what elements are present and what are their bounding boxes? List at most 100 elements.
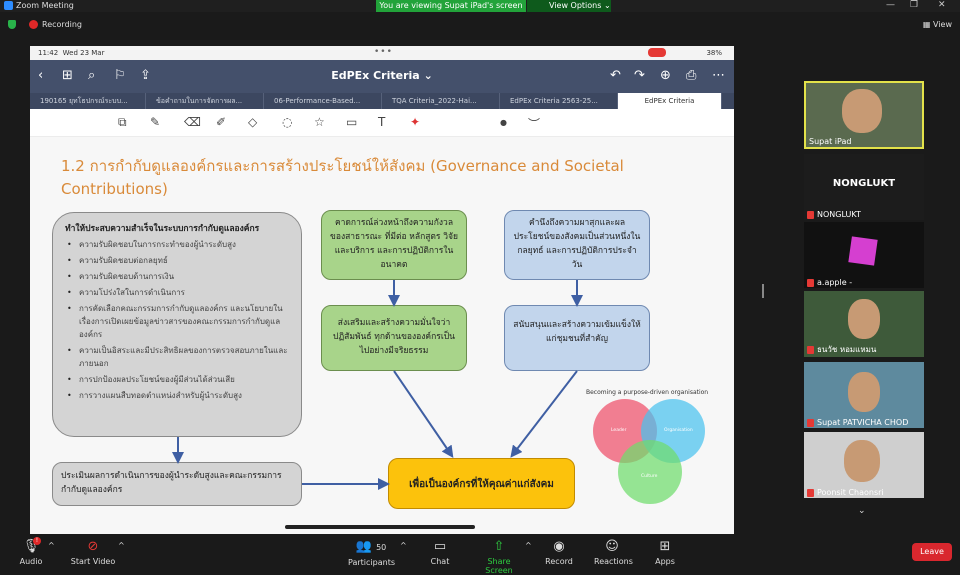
venn-label-culture: Culture xyxy=(641,474,658,479)
share-label: Share Screen xyxy=(485,557,513,575)
participant-name: Supat iPad xyxy=(809,137,851,146)
share-screen-button[interactable]: ⇧ Share Screen xyxy=(474,539,524,575)
tab-label: 06-Performance-Based... xyxy=(274,97,361,105)
document-title[interactable]: EdPEx Criteria ⌄ xyxy=(30,69,734,82)
participant-name-label: Supat PATVICHA CHOD xyxy=(817,418,909,427)
record-button[interactable]: ◉ Record xyxy=(544,539,574,566)
laser-pointer-icon[interactable]: ✦ xyxy=(410,115,420,129)
lasso-icon[interactable]: ◌ xyxy=(282,115,292,129)
muted-mic-icon xyxy=(807,210,814,219)
participants-label: Participants xyxy=(348,558,395,567)
video-tile-poonsit[interactable]: Poonsit Chaonsri xyxy=(804,432,924,498)
tab-label: EdPEx Criteria 2563-25... xyxy=(510,97,598,105)
participant-video xyxy=(844,440,880,482)
participant-video xyxy=(848,299,880,339)
participant-video xyxy=(842,89,882,133)
record-icon: ◉ xyxy=(553,539,565,554)
document-title-label: EdPEx Criteria xyxy=(331,69,420,82)
start-video-button[interactable]: ⊘ Start Video xyxy=(70,539,116,566)
participant-name-label: Supat iPad xyxy=(809,137,852,146)
scroll-down-icon[interactable]: ⌄ xyxy=(858,506,866,516)
shared-screen: 11:42 Wed 23 Mar ••• 38% ‹ ⊞ ⌕ ⚐ ⇪ EdPEx… xyxy=(30,46,734,534)
video-tile-aapple[interactable]: a.apple - xyxy=(804,222,924,288)
video-off-icon: ⊘ xyxy=(87,539,99,554)
participant-name-label: a.apple - xyxy=(817,278,853,287)
video-tile-nonglukt[interactable]: NONGLUKT NONGLUKT xyxy=(804,154,924,220)
share-options-chevron-icon[interactable]: ^ xyxy=(525,541,532,550)
participant-name: a.apple - xyxy=(807,278,852,287)
stroke-style-icon[interactable]: ︶ xyxy=(528,115,540,132)
zoom-window-icon[interactable]: ⧉ xyxy=(118,115,127,130)
screen-record-icon xyxy=(648,48,666,57)
participant-name: ธนวัช หอมแหมน xyxy=(807,343,876,356)
redo-icon[interactable]: ↷ xyxy=(634,68,645,83)
viewing-banner: You are viewing Supat iPad's screen xyxy=(376,0,526,12)
sticker-icon[interactable]: ☆ xyxy=(314,115,325,129)
eraser-icon[interactable]: ⌫ xyxy=(184,115,201,129)
minimize-icon[interactable]: — xyxy=(886,0,895,10)
tab-label: TQA Criteria_2022-Hai... xyxy=(392,97,477,105)
video-tile-patvicha[interactable]: Supat PATVICHA CHOD xyxy=(804,362,924,428)
slide-page: 1.2 การกำกับดูแลองค์กรและการสร้างประโยชน… xyxy=(30,137,734,534)
audio-options-chevron-icon[interactable]: ^ xyxy=(48,541,55,550)
text-icon[interactable]: T xyxy=(378,115,385,129)
tab-5[interactable]: EdPEx Criteria 2563-25... xyxy=(500,93,618,109)
reactions-button[interactable]: ☺ Reactions xyxy=(594,539,633,566)
participant-name: Poonsit Chaonsri xyxy=(807,488,884,497)
recording-label: Recording xyxy=(42,20,83,29)
video-tile-supat-ipad[interactable]: Supat iPad xyxy=(804,81,924,149)
tab-active[interactable]: EdPEx Criteria xyxy=(618,93,722,109)
chat-label: Chat xyxy=(430,557,450,566)
record-label: Record xyxy=(545,557,573,566)
participants-icon: 👥 50 xyxy=(355,539,387,554)
window-title: Zoom Meeting xyxy=(16,1,74,10)
tab-label: EdPEx Criteria xyxy=(644,97,695,105)
audio-label: Audio xyxy=(19,557,43,566)
image-icon[interactable]: ▭ xyxy=(346,115,357,129)
reactions-label: Reactions xyxy=(594,557,633,566)
venn-title: Becoming a purpose-driven organisation xyxy=(586,389,709,396)
tab-label: ข้อคำถามในการจัดการผล... xyxy=(156,97,243,105)
undo-icon[interactable]: ↶ xyxy=(610,68,621,83)
tab-4[interactable]: TQA Criteria_2022-Hai... xyxy=(382,93,500,109)
battery-label: 38% xyxy=(706,49,722,57)
audio-button[interactable]: 🎙 Audio xyxy=(16,539,46,566)
participants-button[interactable]: 👥 50 Participants xyxy=(348,539,395,567)
status-time: 11:42 Wed 23 Mar xyxy=(38,49,104,57)
more-icon[interactable]: ⋯ xyxy=(712,68,725,83)
video-options-chevron-icon[interactable]: ^ xyxy=(118,541,125,550)
view-options-button[interactable]: View Options ⌄ xyxy=(527,0,611,12)
tab-1[interactable]: 190165 ยุทโธปกรณ์ระบบ... xyxy=(30,93,146,109)
participant-video xyxy=(848,372,880,412)
share-screen-icon: ⇧ xyxy=(493,539,505,554)
chat-button[interactable]: ▭ Chat xyxy=(426,539,454,566)
participant-avatar-name: NONGLUKT xyxy=(832,178,896,189)
zoom-logo-icon xyxy=(4,1,13,10)
goodnotes-appbar: ‹ ⊞ ⌕ ⚐ ⇪ EdPEx Criteria ⌄ ↶ ↷ ⊕ ⎙ ⋯ xyxy=(30,60,734,93)
add-page-icon[interactable]: ⊕ xyxy=(660,68,671,83)
chat-icon: ▭ xyxy=(433,539,447,554)
dot-size-icon[interactable]: ● xyxy=(500,118,507,127)
pen-icon[interactable]: ✎ xyxy=(150,115,160,129)
video-tile-thanawat[interactable]: ธนวัช หอมแหมน xyxy=(804,291,924,357)
participant-name-label: ธนวัช หอมแหมน xyxy=(817,345,877,354)
tab-2[interactable]: ข้อคำถามในการจัดการผล... xyxy=(146,93,264,109)
highlighter-icon[interactable]: ✐ xyxy=(216,115,226,129)
tab-3[interactable]: 06-Performance-Based... xyxy=(264,93,382,109)
venn-label-organisation: Organisation xyxy=(664,428,693,433)
apps-button[interactable]: ⊞ Apps xyxy=(652,539,678,566)
export-icon[interactable]: ⎙ xyxy=(686,68,696,83)
close-icon[interactable]: ✕ xyxy=(938,0,946,10)
avatar xyxy=(848,236,878,266)
restore-icon[interactable]: ❐ xyxy=(910,0,918,10)
shield-icon[interactable] xyxy=(8,20,16,29)
leave-button[interactable]: Leave xyxy=(912,543,952,561)
muted-mic-icon xyxy=(807,345,814,354)
panel-resize-handle[interactable] xyxy=(762,284,764,298)
ipad-status-bar: 11:42 Wed 23 Mar ••• 38% xyxy=(30,46,734,60)
muted-mic-icon xyxy=(807,418,814,427)
shapes-icon[interactable]: ◇ xyxy=(248,115,257,129)
view-button[interactable]: ▦ View xyxy=(923,20,952,29)
participants-chevron-icon[interactable]: ^ xyxy=(400,541,407,550)
video-label: Start Video xyxy=(70,557,116,566)
